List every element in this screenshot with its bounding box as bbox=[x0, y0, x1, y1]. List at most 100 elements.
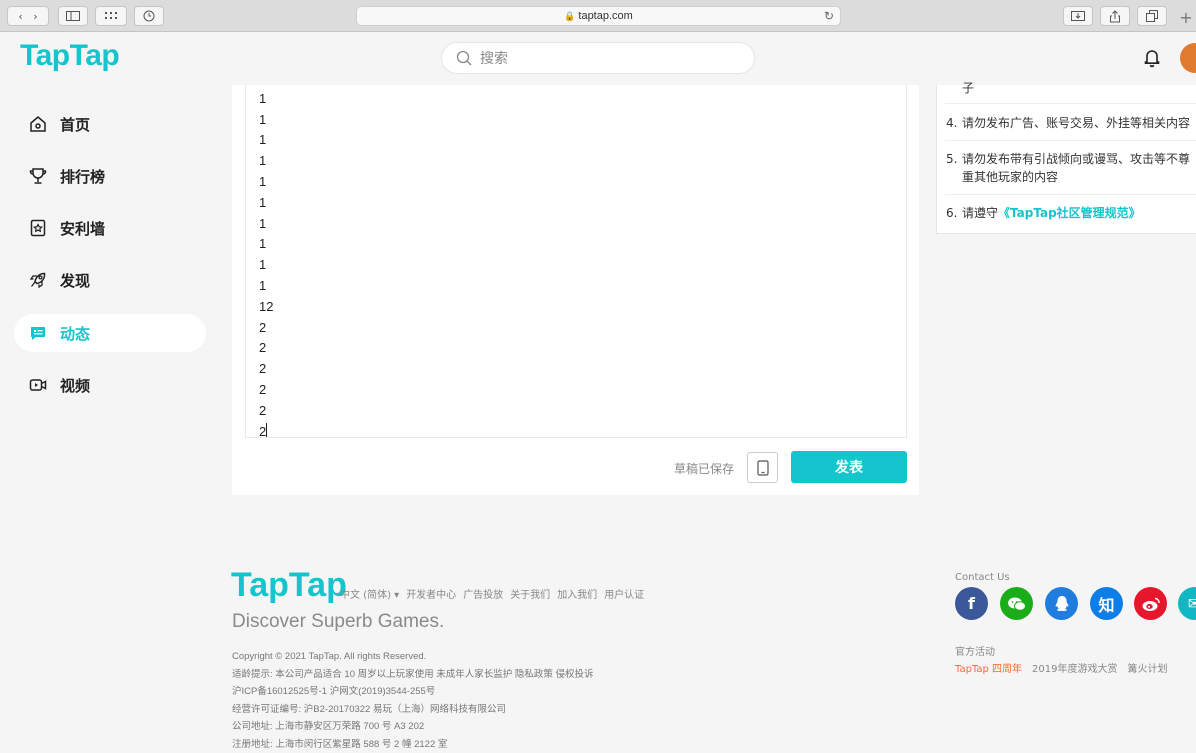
rule-3-tail: 子 bbox=[962, 79, 974, 97]
downloads-icon bbox=[1071, 11, 1085, 21]
language-selector[interactable]: 中文 (简体) ▾ bbox=[340, 586, 399, 601]
activity-link[interactable]: TapTap 四周年 bbox=[955, 660, 1022, 675]
editor-line: 1 bbox=[259, 193, 273, 214]
sidebar-item-rankings[interactable]: 排行榜 bbox=[14, 157, 206, 195]
phone-icon bbox=[757, 460, 769, 476]
community-guidelines-link[interactable]: 《TapTap社区管理规范》 bbox=[998, 206, 1141, 220]
qq-icon[interactable] bbox=[1045, 587, 1078, 620]
rule-number: 6. bbox=[946, 204, 957, 222]
footer-link-about[interactable]: 关于我们 bbox=[510, 586, 550, 601]
user-avatar[interactable] bbox=[1180, 43, 1196, 73]
divider bbox=[945, 103, 1196, 104]
url-bar[interactable]: 🔒 taptap.com ↻ bbox=[356, 6, 841, 26]
sidebar-item-label: 发现 bbox=[60, 270, 90, 291]
history-button[interactable] bbox=[134, 6, 164, 26]
divider bbox=[945, 140, 1196, 141]
sidebar-item-feed[interactable]: 动态 bbox=[14, 314, 206, 352]
editor-text[interactable]: 1 1 1 1 1 1 1 1 1 1 1 12 2 2 2 2 2 2 bbox=[259, 85, 273, 438]
sidebar-item-label: 动态 bbox=[60, 323, 90, 344]
zhihu-icon[interactable]: 知 bbox=[1090, 587, 1123, 620]
sidebar-item-discover[interactable]: 发现 bbox=[14, 261, 206, 299]
community-rules-panel: 子 4. 请勿发布广告、账号交易、外挂等相关内容 5. 请勿发布带有引战倾向或谩… bbox=[936, 85, 1196, 234]
reload-icon[interactable]: ↻ bbox=[824, 9, 834, 23]
wechat-glyph bbox=[1007, 596, 1027, 612]
tabs-overview-button[interactable] bbox=[1137, 6, 1167, 26]
editor-line: 1 bbox=[259, 89, 273, 110]
rule-text: 请勿发布带有引战倾向或谩骂、攻击等不尊重其他玩家的内容 bbox=[946, 150, 1195, 186]
footer-link-careers[interactable]: 加入我们 bbox=[557, 586, 597, 601]
footer-link-verification[interactable]: 用户认证 bbox=[604, 586, 644, 601]
sidebar-item-label: 安利墙 bbox=[60, 218, 105, 239]
rule-item-5: 5. 请勿发布带有引战倾向或谩骂、攻击等不尊重其他玩家的内容 bbox=[946, 150, 1195, 186]
mobile-preview-button[interactable] bbox=[747, 452, 778, 483]
editor-line: 1 bbox=[259, 234, 273, 255]
top-sites-button[interactable] bbox=[95, 6, 127, 26]
footer-legal: Copyright © 2021 TapTap. All rights Rese… bbox=[232, 648, 594, 753]
badge-icon bbox=[28, 218, 48, 238]
editor-line: 2 bbox=[259, 338, 273, 359]
email-icon[interactable]: ✉ bbox=[1178, 587, 1196, 620]
facebook-icon[interactable]: f bbox=[955, 587, 988, 620]
rule-text-prefix: 请遵守 bbox=[962, 206, 998, 220]
search-input[interactable]: 搜索 bbox=[441, 42, 755, 74]
message-icon bbox=[28, 323, 48, 343]
activity-link[interactable]: 2019年度游戏大赏 bbox=[1032, 660, 1117, 675]
publish-button[interactable]: 发表 bbox=[791, 451, 907, 483]
editor-line-last: 2 bbox=[259, 422, 273, 438]
new-tab-icon[interactable]: + bbox=[1176, 6, 1196, 28]
back-forward-buttons[interactable]: ‹ › bbox=[7, 6, 49, 26]
browser-toolbar: ‹ › 🔒 taptap.com ↻ + bbox=[0, 0, 1196, 32]
facebook-glyph: f bbox=[968, 594, 975, 613]
sidebar-item-label: 首页 bbox=[60, 114, 90, 135]
rule-number: 5. bbox=[946, 150, 957, 168]
tabs-icon bbox=[1146, 10, 1158, 22]
bell-icon[interactable] bbox=[1140, 45, 1164, 69]
editor-line: 1 bbox=[259, 214, 273, 235]
footer-logo[interactable]: TapTap bbox=[231, 566, 347, 605]
footer-link-developer[interactable]: 开发者中心 bbox=[406, 586, 456, 601]
post-content-editor[interactable]: 1 1 1 1 1 1 1 1 1 1 1 12 2 2 2 2 2 2 bbox=[245, 85, 907, 438]
forward-icon[interactable]: › bbox=[33, 10, 37, 23]
activity-link[interactable]: 篝火计划 bbox=[1128, 660, 1168, 675]
sidebar-item-home[interactable]: 首页 bbox=[14, 105, 206, 143]
weibo-glyph bbox=[1141, 596, 1161, 612]
footer-link-ads[interactable]: 广告投放 bbox=[463, 586, 503, 601]
editor-line: 2 bbox=[259, 424, 266, 438]
divider bbox=[945, 194, 1196, 195]
sidebar-item-label: 视频 bbox=[60, 375, 90, 396]
sidebar-item-video[interactable]: 视频 bbox=[14, 366, 206, 404]
taptap-logo[interactable]: TapTap bbox=[20, 39, 119, 73]
editor-line: 1 bbox=[259, 151, 273, 172]
age-notice[interactable]: 适龄提示: 本公司产品适合 10 周岁以上玩家使用 未成年人家长监护 隐私政策 … bbox=[232, 666, 594, 684]
home-icon bbox=[28, 114, 48, 134]
registered-address: 注册地址: 上海市闵行区紫星路 588 号 2 幢 2122 室 bbox=[232, 736, 594, 753]
editor-line: 1 bbox=[259, 255, 273, 276]
editor-line: 1 bbox=[259, 276, 273, 297]
wechat-icon[interactable] bbox=[1000, 587, 1033, 620]
grid-icon bbox=[104, 11, 118, 21]
company-address: 公司地址: 上海市静安区万荣路 700 号 A3 202 bbox=[232, 718, 594, 736]
rocket-icon bbox=[28, 270, 48, 290]
sidebar-toggle-icon bbox=[66, 11, 80, 21]
back-icon[interactable]: ‹ bbox=[18, 10, 22, 23]
footer-links: 中文 (简体) ▾ 开发者中心 广告投放 关于我们 加入我们 用户认证 bbox=[340, 586, 644, 601]
downloads-button[interactable] bbox=[1063, 6, 1093, 26]
editor-line: 2 bbox=[259, 401, 273, 422]
official-activities-label: 官方活动 bbox=[955, 643, 995, 658]
icp-license[interactable]: 沪ICP备16012525号-1 沪网文(2019)3544-255号 bbox=[232, 683, 594, 701]
search-icon bbox=[456, 50, 472, 66]
share-button[interactable] bbox=[1100, 6, 1130, 26]
editor-line: 12 bbox=[259, 297, 273, 318]
search-placeholder: 搜索 bbox=[480, 48, 508, 68]
weibo-icon[interactable] bbox=[1134, 587, 1167, 620]
footer-tagline: Discover Superb Games. bbox=[232, 611, 444, 633]
rule-item-4: 4. 请勿发布广告、账号交易、外挂等相关内容 bbox=[946, 114, 1195, 132]
official-activities: TapTap 四周年 2019年度游戏大赏 篝火计划 bbox=[955, 660, 1168, 675]
zhihu-glyph: 知 bbox=[1098, 592, 1114, 616]
post-editor-card: 1 1 1 1 1 1 1 1 1 1 1 12 2 2 2 2 2 2 草稿已… bbox=[232, 85, 919, 495]
editor-line: 2 bbox=[259, 359, 273, 380]
sidebar-toggle-button[interactable] bbox=[58, 6, 88, 26]
lock-icon: 🔒 bbox=[564, 11, 575, 22]
rule-text: 请遵守《TapTap社区管理规范》 bbox=[946, 204, 1195, 222]
sidebar-item-recommend-wall[interactable]: 安利墙 bbox=[14, 209, 206, 247]
